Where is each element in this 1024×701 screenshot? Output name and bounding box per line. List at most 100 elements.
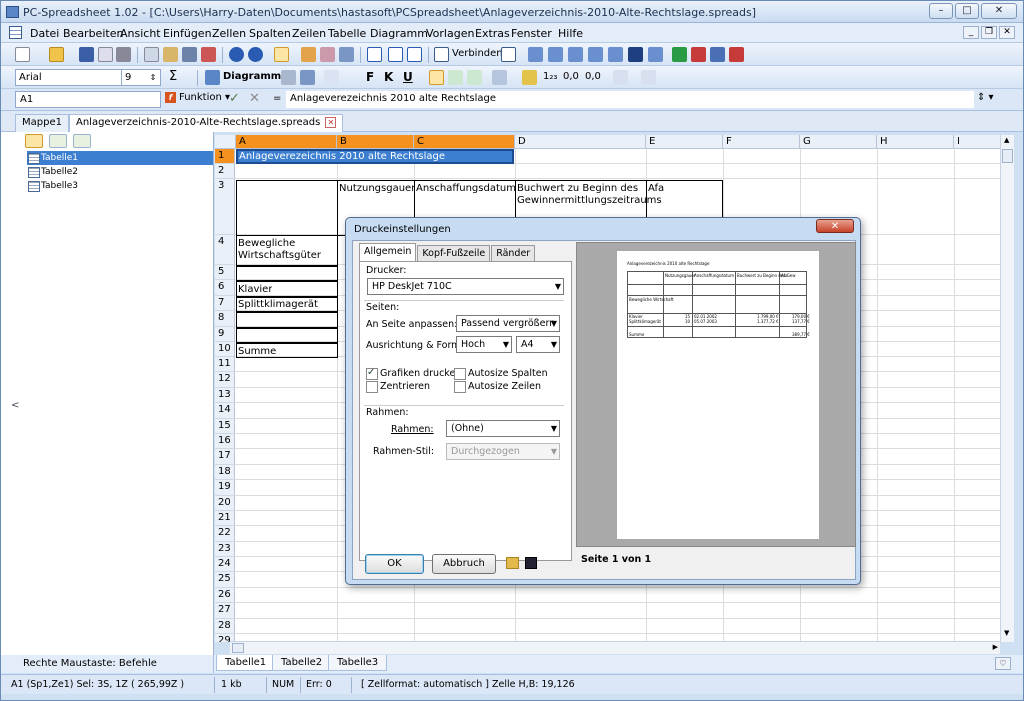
copy-icon[interactable] xyxy=(144,47,159,62)
bold-button[interactable]: F xyxy=(366,70,374,84)
corner-cell[interactable] xyxy=(215,135,236,149)
insert-sheet-icon[interactable] xyxy=(407,47,422,62)
merge-icon[interactable] xyxy=(434,47,449,62)
chart-arrow-icon[interactable] xyxy=(729,47,744,62)
scroll-down-icon[interactable]: ▼ xyxy=(1004,629,1009,637)
cell-a6[interactable]: Klavier xyxy=(236,284,272,296)
autosize-rows-checkbox[interactable]: Autosize Zeilen xyxy=(454,381,541,393)
cell-reference-box[interactable]: A1 xyxy=(15,91,161,108)
row-header[interactable]: 20 xyxy=(215,496,235,511)
replace-icon[interactable] xyxy=(320,47,335,62)
tree-item-tabelle3[interactable]: Tabelle3 xyxy=(27,179,213,193)
cell-format-icon[interactable] xyxy=(492,70,507,85)
menu-tabelle[interactable]: Tabelle xyxy=(328,27,366,40)
tree-item-tabelle1[interactable]: Tabelle1 xyxy=(27,151,213,165)
horizontal-scroll-thumb[interactable] xyxy=(232,643,244,653)
menu-hilfe[interactable]: Hilfe xyxy=(558,27,583,40)
cell-a8[interactable] xyxy=(236,312,338,328)
sort-icon[interactable] xyxy=(324,70,339,85)
flag-icon[interactable] xyxy=(49,134,67,148)
col-header-e[interactable]: E xyxy=(646,135,723,149)
minimize-button[interactable]: – xyxy=(929,3,953,19)
menu-zeilen[interactable]: Zeilen xyxy=(292,27,326,40)
cell-a7[interactable]: Splittklimagerät xyxy=(236,299,318,311)
borders-icon-4[interactable] xyxy=(588,47,603,62)
expand-formula-icon[interactable]: ⇕ ▾ xyxy=(977,92,994,103)
autosize-columns-checkbox[interactable]: Autosize Spalten xyxy=(454,368,548,380)
menu-datei[interactable]: Datei xyxy=(30,27,59,40)
menu-spalten[interactable]: Spalten xyxy=(249,27,291,40)
chart-bar-icon[interactable] xyxy=(672,47,687,62)
col-header-a[interactable]: A xyxy=(236,135,337,149)
row-header[interactable]: 12 xyxy=(215,372,235,388)
sum-icon[interactable]: Σ xyxy=(169,69,177,84)
borders-icon-6[interactable] xyxy=(628,47,643,62)
row-header[interactable]: 17 xyxy=(215,449,235,465)
cell-a5[interactable] xyxy=(236,266,338,281)
dialog-close-button[interactable]: ✕ xyxy=(816,219,854,233)
decrease-decimal-icon[interactable]: 0,0 xyxy=(585,71,601,82)
chart-line-icon[interactable] xyxy=(710,47,725,62)
edit-icon[interactable] xyxy=(281,70,296,85)
mdi-minimize-button[interactable]: _ xyxy=(963,26,979,39)
cell-b3[interactable]: Nutzungsgauer xyxy=(337,183,415,195)
tab-anlageverzeichnis[interactable]: Anlageverzeichnis-2010-Alte-Rechtslage.s… xyxy=(69,114,344,132)
chart-icon[interactable] xyxy=(205,70,220,85)
align-left-icon[interactable] xyxy=(429,70,444,85)
cell-a4-line2[interactable]: Wirtschaftsgüter xyxy=(236,250,321,262)
align-right-icon[interactable] xyxy=(467,70,482,85)
tab-mappe1[interactable]: Mappe1 xyxy=(15,114,69,132)
row-header[interactable]: 14 xyxy=(215,403,235,419)
menu-zellen[interactable]: Zellen xyxy=(212,27,246,40)
undo-icon[interactable] xyxy=(229,47,244,62)
cell-c3[interactable]: Anschaffungsdatum xyxy=(414,183,516,195)
row-header[interactable]: 21 xyxy=(215,511,235,526)
text-color-icon[interactable] xyxy=(613,70,628,85)
chart-column-icon[interactable] xyxy=(691,47,706,62)
menu-fenster[interactable]: Fenster xyxy=(511,27,552,40)
row-header[interactable]: 24 xyxy=(215,557,235,572)
redo-icon[interactable] xyxy=(248,47,263,62)
function-button[interactable]: f Funktion ▾ xyxy=(165,92,230,103)
sheets-view-icon[interactable] xyxy=(25,134,43,148)
unmerge-icon[interactable] xyxy=(501,47,516,62)
close-tab-icon[interactable]: ✕ xyxy=(325,117,337,128)
grid-view-icon[interactable] xyxy=(274,47,289,62)
fill-color-icon[interactable] xyxy=(522,70,537,85)
row-header[interactable]: 16 xyxy=(215,434,235,449)
font-size-select[interactable]: 9 ⇕ xyxy=(121,69,161,86)
increase-decimal-icon[interactable]: 0,0 xyxy=(563,71,579,82)
menu-ansicht[interactable]: Ansicht xyxy=(120,27,161,40)
row-header[interactable]: 1 xyxy=(215,149,235,164)
calculator-icon[interactable] xyxy=(300,70,315,85)
open-folder-icon[interactable] xyxy=(506,557,519,569)
sheet-tab-tabelle1[interactable]: Tabelle1 xyxy=(216,655,276,671)
row-header[interactable]: 3 xyxy=(215,179,235,235)
vertical-scroll-thumb[interactable] xyxy=(1002,149,1013,163)
vertical-scrollbar[interactable]: ▲ ▼ xyxy=(1000,135,1014,642)
insert-row-icon[interactable] xyxy=(367,47,382,62)
cut-icon[interactable] xyxy=(182,47,197,62)
borders-icon-2[interactable] xyxy=(548,47,563,62)
borders-icon-5[interactable] xyxy=(608,47,623,62)
row-header[interactable]: 11 xyxy=(215,357,235,372)
number-format-icon[interactable]: 1₂₃ xyxy=(543,71,557,82)
insert-column-icon[interactable] xyxy=(388,47,403,62)
equals-button[interactable]: = xyxy=(273,93,281,104)
col-header-c[interactable]: C xyxy=(414,135,515,149)
row-header[interactable]: 23 xyxy=(215,542,235,557)
cell-a1[interactable]: Anlageverezeichnis 2010 alte Rechtslage xyxy=(237,151,445,163)
clear-icon[interactable] xyxy=(201,47,216,62)
orientation-select[interactable]: Hoch ▼ xyxy=(456,336,512,353)
maximize-button[interactable]: □ xyxy=(955,3,979,19)
tab-kopf-fusszeile[interactable]: Kopf-Fußzeile xyxy=(417,245,491,261)
cell-a3[interactable] xyxy=(236,180,338,236)
center-checkbox[interactable]: Zentrieren xyxy=(366,381,430,393)
frame-select[interactable]: (Ohne) ▼ xyxy=(446,420,560,437)
accept-icon[interactable]: ✓ xyxy=(229,91,240,106)
scroll-up-icon[interactable]: ▲ xyxy=(1004,136,1009,144)
tab-raender[interactable]: Ränder xyxy=(491,245,536,261)
printer-select[interactable]: HP DeskJet 710C ▼ xyxy=(367,278,564,295)
cell-a10[interactable]: Summe xyxy=(236,346,276,358)
mdi-restore-button[interactable]: ❐ xyxy=(981,26,997,39)
